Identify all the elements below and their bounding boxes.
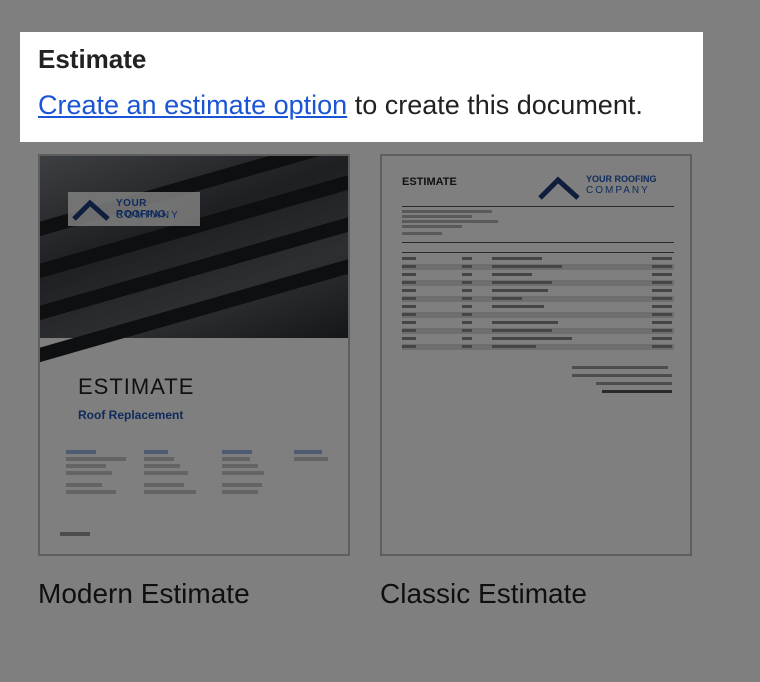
company-logo: YOUR ROOFING COMPANY [538,172,678,200]
modern-estimate-card[interactable]: YOUR ROOFING COMPANY ESTIMATE Roof Repla… [38,154,350,556]
logo-text: YOUR ROOFING [586,174,657,184]
roof-logo-icon [72,199,110,221]
classic-estimate-card[interactable]: ESTIMATE YOUR ROOFING COMPANY [380,154,692,556]
tooltip-message: Create an estimate option to create this… [38,88,685,122]
company-logo: YOUR ROOFING COMPANY [68,192,200,226]
classic-estimate-label[interactable]: Classic Estimate [380,576,587,612]
preview-customer-info [402,210,674,237]
logo-text: COMPANY [116,210,180,221]
preview-totals [572,366,672,398]
preview-footer-logo [60,532,90,536]
tooltip-message-text: to create this document. [347,90,643,120]
preview-title: ESTIMATE [402,176,457,188]
create-estimate-option-link[interactable]: Create an estimate option [38,90,347,120]
preview-subtitle: Roof Replacement [78,408,184,422]
divider [402,252,674,253]
tooltip-title: Estimate [38,44,147,74]
divider [402,206,674,207]
preview-line-items [402,256,674,352]
divider [402,242,674,243]
estimate-tooltip: Estimate Create an estimate option to cr… [20,32,703,142]
logo-text: COMPANY [586,185,650,196]
roof-photo: YOUR ROOFING COMPANY [40,156,348,366]
roof-logo-icon [538,176,580,200]
preview-title: ESTIMATE [78,374,195,399]
modern-estimate-label[interactable]: Modern Estimate [38,576,250,612]
